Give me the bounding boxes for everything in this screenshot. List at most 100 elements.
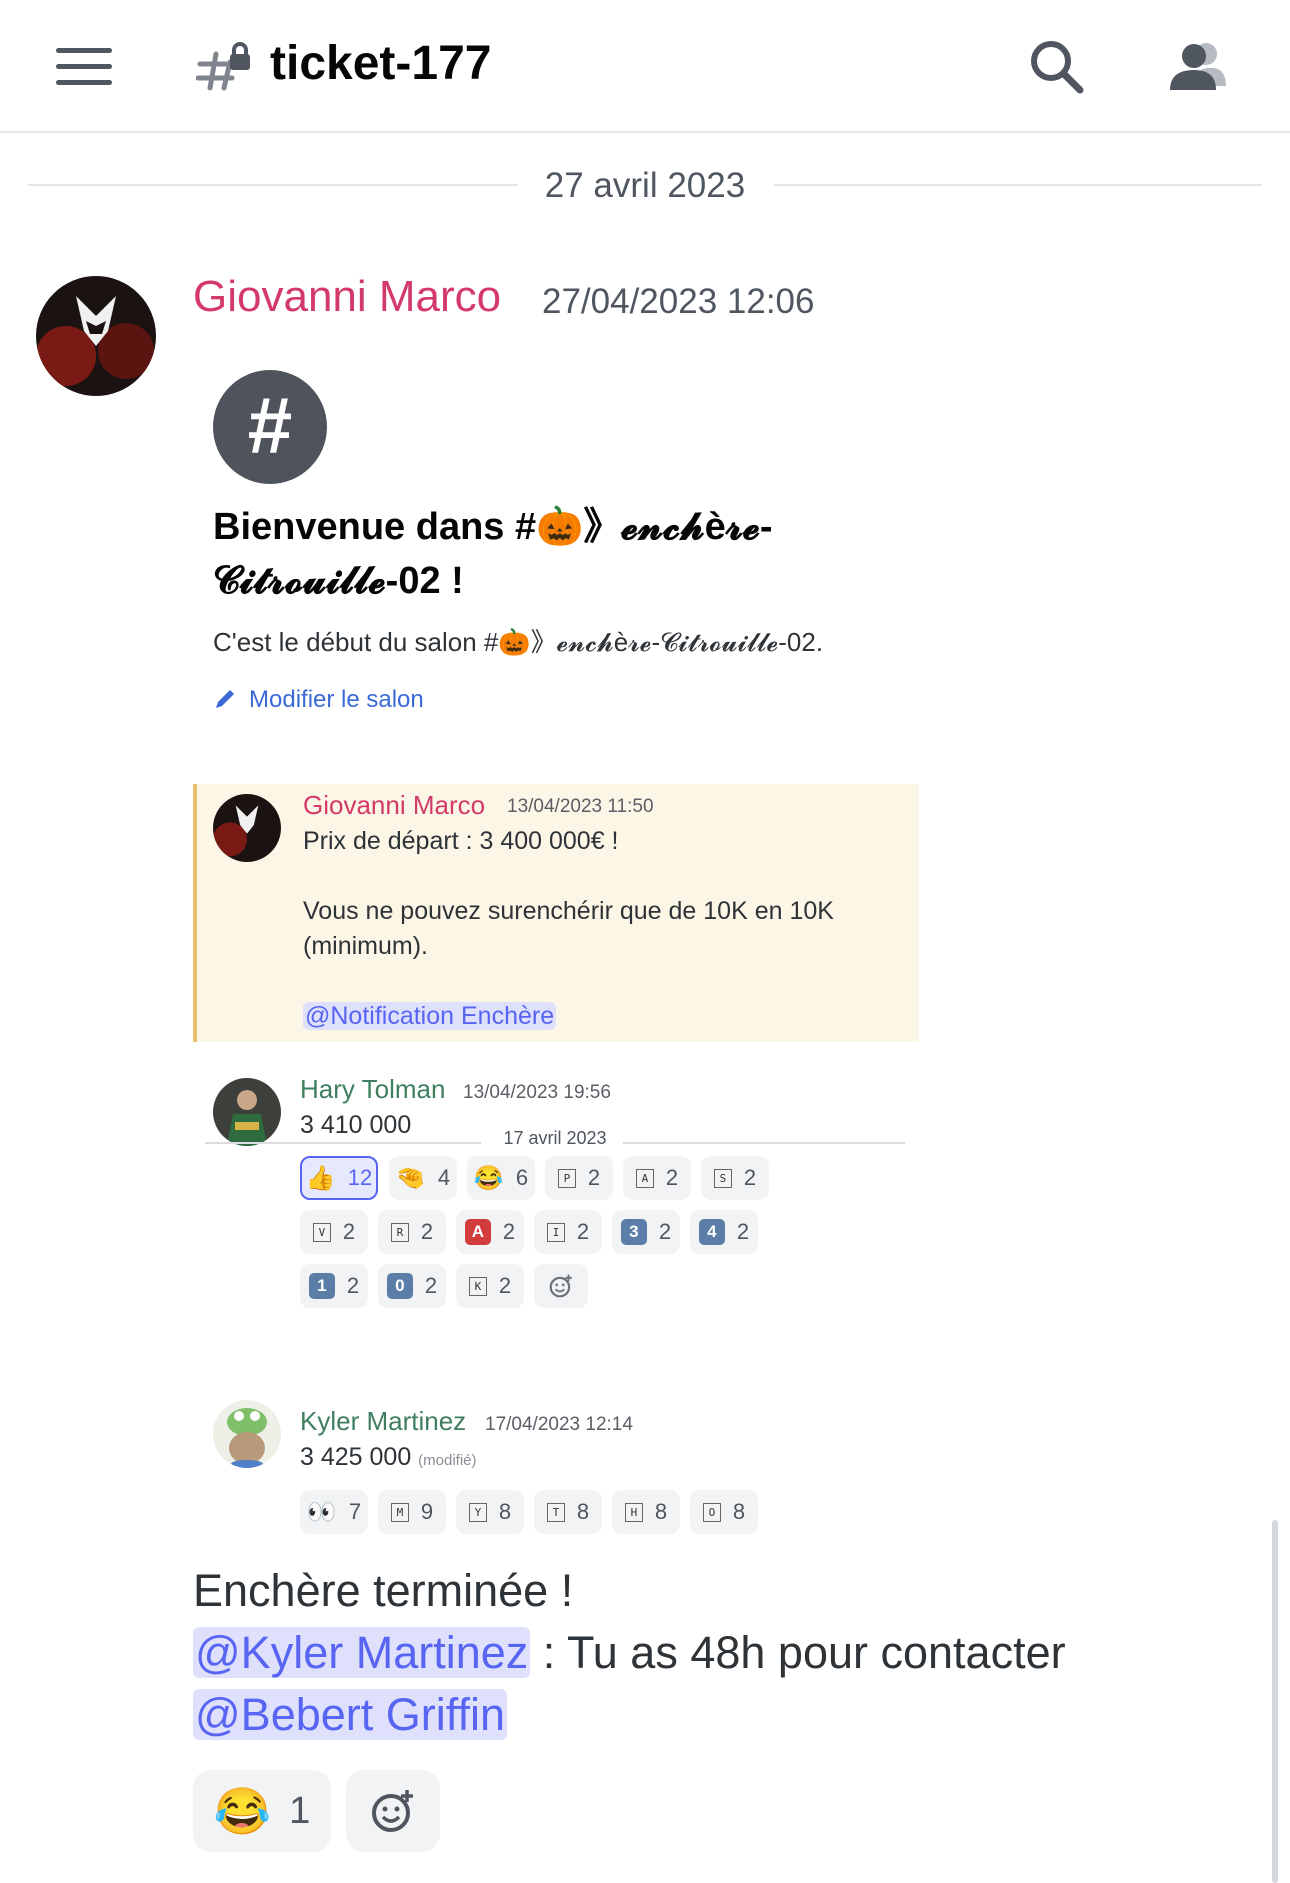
add-reaction-icon — [372, 1790, 413, 1832]
welcome-title: Bienvenue dans #🎃》𝓮𝓷𝓬𝓱è𝓻𝓮- 𝓒𝓲𝓽𝓻𝓸𝓾𝓲𝓵𝓵𝓮-02… — [213, 506, 773, 602]
date-divider-label: 17 avril 2023 — [503, 1128, 607, 1148]
reaction-count: 2 — [420, 1219, 434, 1244]
reaction-emoji-icon: M — [390, 1502, 409, 1522]
reaction-emoji-icon: 4 — [698, 1219, 725, 1245]
reaction-chip[interactable]: 👍 12 — [300, 1156, 378, 1200]
reaction-count: 2 — [665, 1165, 679, 1190]
reaction-count: 8 — [654, 1499, 668, 1524]
reaction-emoji-icon: 😂 — [473, 1164, 504, 1192]
channel-title: ticket-177 — [270, 37, 492, 90]
reaction-chip[interactable]: 12 — [300, 1264, 368, 1308]
reaction-chip[interactable]: K2 — [456, 1264, 524, 1308]
reaction-chip[interactable]: T8 — [534, 1490, 602, 1534]
reaction-chip[interactable]: 42 — [690, 1210, 758, 1254]
welcome-subtitle: C'est le début du salon #🎃》𝓮𝓷𝓬𝓱è𝓻𝓮-𝓒𝓲𝓽𝓻𝓸… — [213, 627, 824, 657]
reaction-emoji-icon: V — [312, 1222, 331, 1242]
reaction-count: 6 — [515, 1165, 529, 1190]
reaction-emoji-icon: 0 — [386, 1273, 413, 1299]
reaction-chip[interactable]: A2 — [456, 1210, 524, 1254]
add-reaction-button[interactable] — [534, 1264, 588, 1308]
reaction-chip[interactable]: M9 — [378, 1490, 446, 1534]
reaction-chip[interactable]: 🤏 4 — [389, 1156, 457, 1200]
reaction-count: 7 — [348, 1499, 362, 1524]
reaction-count: 2 — [424, 1273, 438, 1298]
attached-screenshot[interactable]: # Bienvenue dans #🎃》𝓮𝓷𝓬𝓱è𝓻𝓮- 𝓒𝓲𝓽𝓻𝓸𝓾𝓲𝓵𝓵𝓮-… — [193, 360, 973, 1540]
message-author[interactable]: Giovanni Marco — [193, 272, 501, 322]
members-icon[interactable] — [1168, 36, 1228, 96]
locked-channel-icon — [196, 42, 250, 91]
reaction-chip[interactable]: R2 — [378, 1210, 446, 1254]
scrollbar[interactable] — [1272, 1520, 1278, 1883]
reaction-count: 2 — [736, 1219, 750, 1244]
message-author: Kyler Martinez — [300, 1406, 467, 1436]
reaction-chip[interactable]: I2 — [534, 1210, 602, 1254]
reaction-chip[interactable]: 32 — [612, 1210, 680, 1254]
reaction-chip[interactable]: S2 — [701, 1156, 769, 1200]
reaction-emoji-icon: 3 — [620, 1219, 647, 1245]
add-reaction-icon — [549, 1274, 572, 1298]
message-line: Enchère terminée ! — [193, 1565, 574, 1616]
reaction-chip[interactable]: O8 — [690, 1490, 758, 1534]
reaction-chip[interactable]: H8 — [612, 1490, 680, 1534]
reaction-emoji-icon: I — [546, 1222, 565, 1242]
user-mention[interactable]: @Bebert Griffin — [193, 1689, 507, 1740]
message-timestamp: 27/04/2023 12:06 — [542, 282, 815, 321]
message-author: Hary Tolman — [300, 1074, 446, 1104]
reaction-emoji-icon: H — [624, 1502, 643, 1522]
message-timestamp: 17/04/2023 12:14 — [485, 1414, 633, 1435]
quoted-line: (minimum). — [303, 932, 428, 960]
reaction-count: 2 — [743, 1165, 757, 1190]
reaction-count: 2 — [342, 1219, 356, 1244]
reaction-emoji-icon: A — [635, 1168, 654, 1188]
avatar — [213, 1400, 281, 1468]
reaction-emoji-icon: 👍 — [305, 1164, 336, 1192]
reaction-chip[interactable]: 👀 7 — [300, 1490, 368, 1534]
channel-header: ticket-177 — [0, 0, 1290, 133]
reaction-count: 8 — [498, 1499, 512, 1524]
reaction-count: 8 — [576, 1499, 590, 1524]
edit-channel-link[interactable]: Modifier le salon — [213, 686, 424, 714]
reaction-chip[interactable]: 😂 6 — [467, 1156, 535, 1200]
reaction-count: 2 — [502, 1219, 516, 1244]
date-divider: 17 avril 2023 — [205, 1128, 905, 1158]
user-mention[interactable]: @Kyler Martinez — [193, 1627, 531, 1678]
reaction-chip[interactable]: Y8 — [456, 1490, 524, 1534]
role-mention: @Notification Enchère — [303, 1002, 557, 1030]
reaction-emoji-icon: 1 — [308, 1273, 335, 1299]
reaction-emoji-icon: 🤏 — [395, 1164, 426, 1192]
menu-icon[interactable] — [56, 46, 112, 86]
add-reaction-button[interactable] — [346, 1770, 440, 1852]
date-divider-label: 27 avril 2023 — [518, 166, 772, 205]
quoted-line: Prix de départ : 3 400 000€ ! — [303, 827, 619, 855]
reaction-chip[interactable]: V2 — [300, 1210, 368, 1254]
reaction-laugh[interactable]: 😂 1 — [193, 1770, 331, 1852]
reaction-emoji-icon: R — [390, 1222, 409, 1242]
pencil-icon — [216, 690, 234, 708]
avatar[interactable] — [36, 276, 156, 396]
edited-tag: (modifié) — [418, 1452, 477, 1469]
reaction-count: 4 — [437, 1165, 451, 1190]
reaction-chip[interactable]: A2 — [623, 1156, 691, 1200]
quoted-line: Vous ne pouvez surenchérir que de 10K en… — [303, 897, 834, 925]
reaction-emoji-icon: S — [713, 1168, 732, 1188]
reaction-count: 1 — [289, 1789, 311, 1832]
reaction-chip[interactable]: P2 — [545, 1156, 613, 1200]
reaction-count: 2 — [346, 1273, 360, 1298]
reaction-count: 2 — [587, 1165, 601, 1190]
pinned-message: Giovanni Marco 13/04/2023 11:50 Prix de … — [193, 784, 919, 1042]
reaction-count: 2 — [576, 1219, 590, 1244]
reaction-emoji-icon: 👀 — [306, 1498, 337, 1526]
reaction-emoji-icon: O — [702, 1502, 721, 1522]
reaction-count: 8 — [732, 1499, 746, 1524]
reaction-emoji-icon: Y — [468, 1502, 487, 1522]
message-content: Enchère terminée ! @Kyler Martinez : Tu … — [193, 1560, 1253, 1746]
avatar — [213, 794, 281, 862]
message-timestamp: 13/04/2023 19:56 — [463, 1082, 611, 1103]
quoted-author: Giovanni Marco — [303, 790, 486, 820]
reaction-count: 9 — [420, 1499, 434, 1524]
laugh-emoji-icon: 😂 — [213, 1784, 272, 1837]
reaction-chip[interactable]: 02 — [378, 1264, 446, 1308]
search-icon[interactable] — [1026, 36, 1086, 96]
quoted-timestamp: 13/04/2023 11:50 — [507, 796, 654, 817]
reaction-emoji-icon: T — [546, 1502, 565, 1522]
